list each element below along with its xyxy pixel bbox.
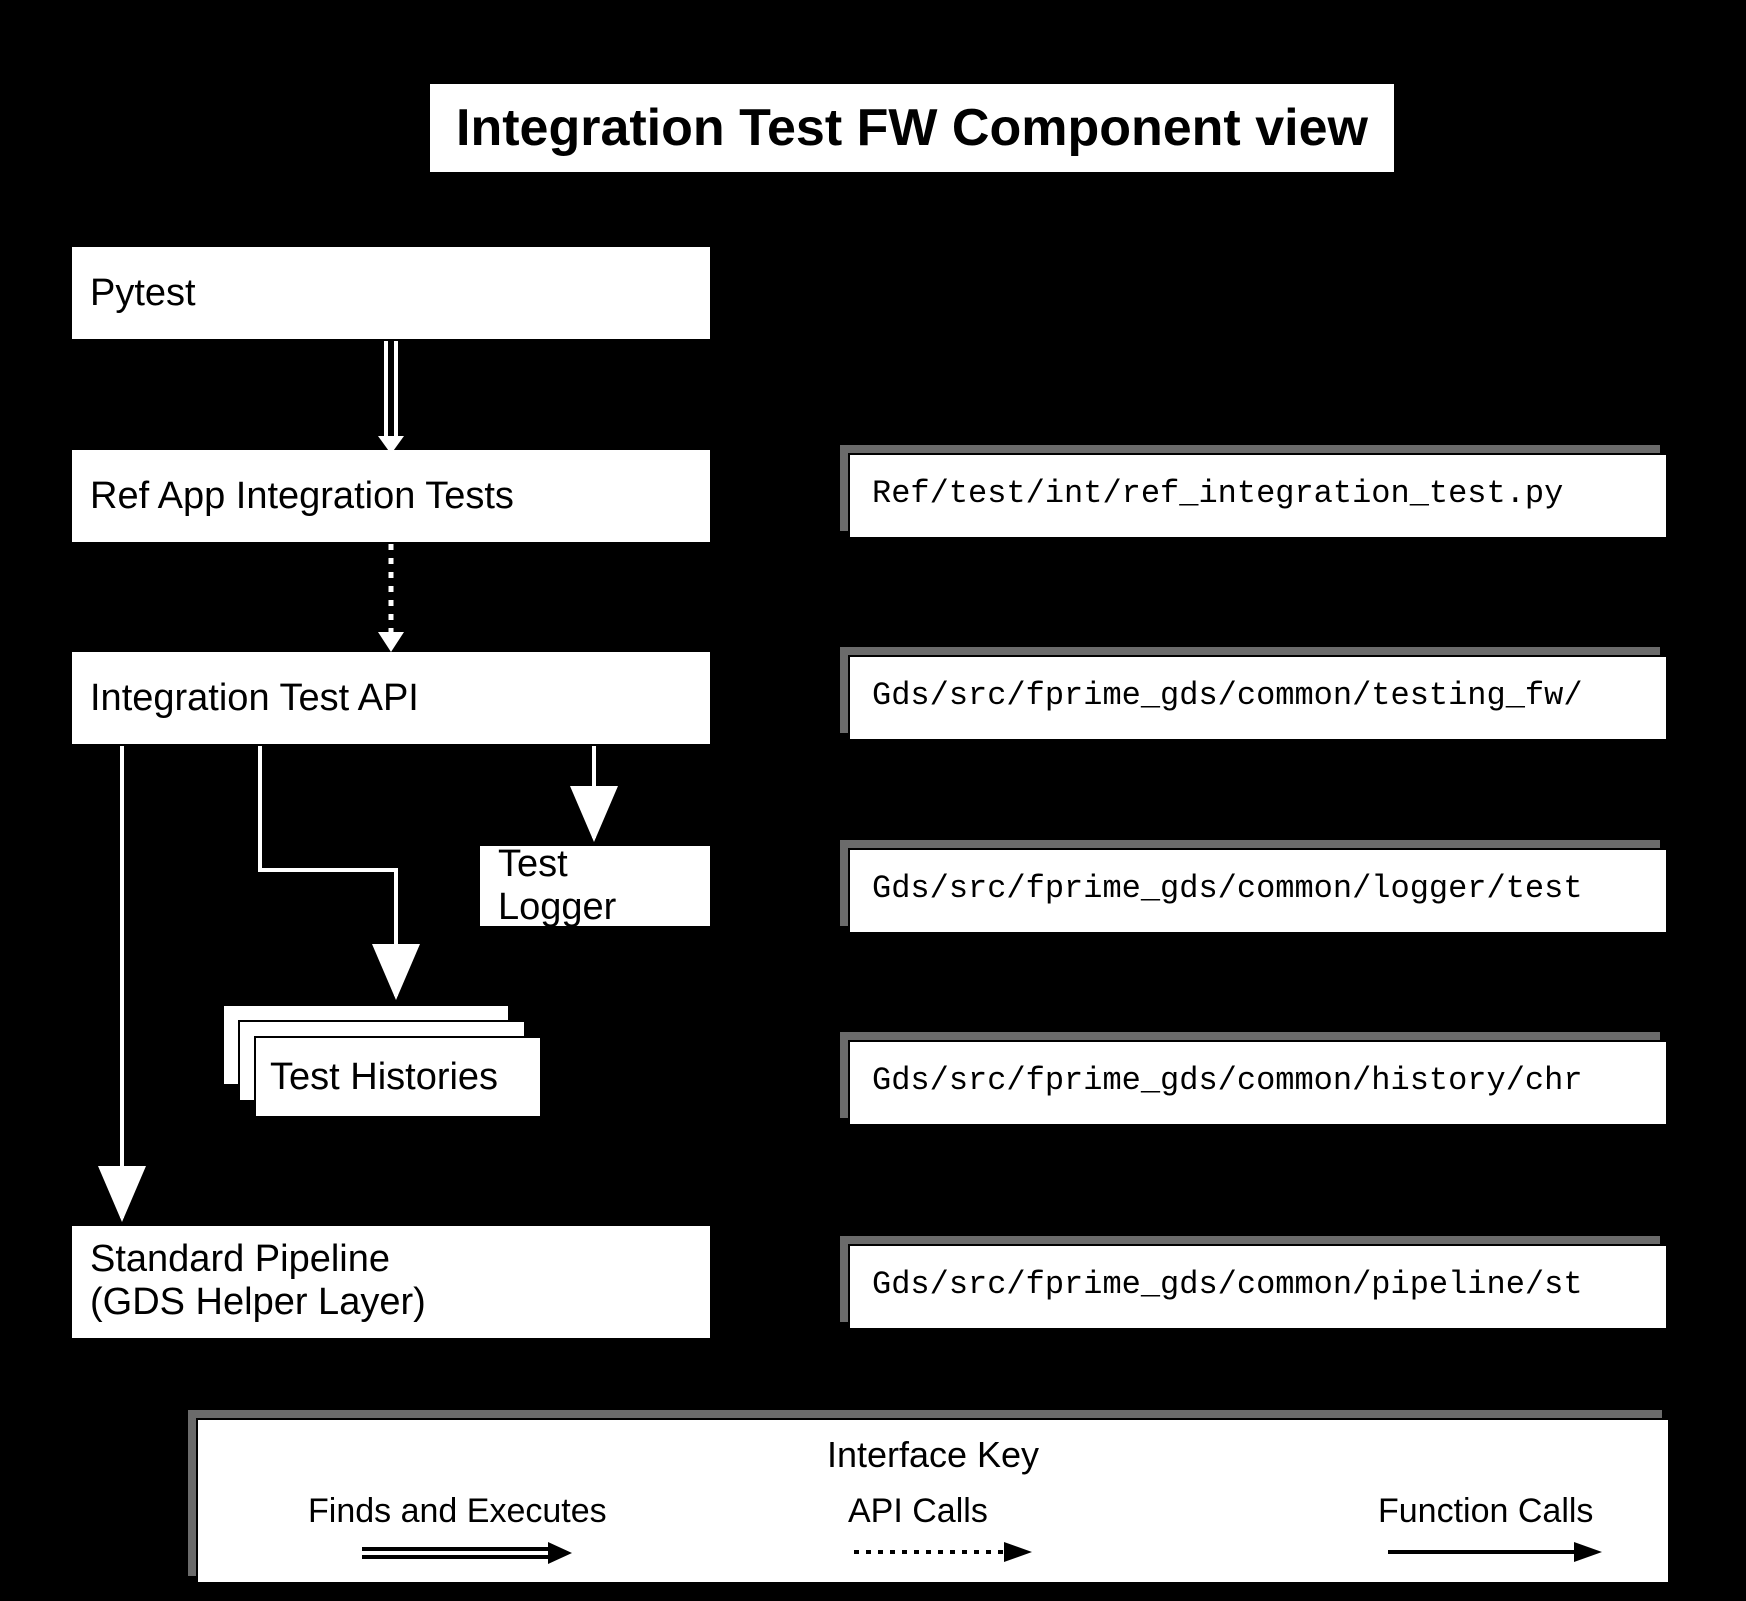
arrow-refapp-to-api — [378, 544, 404, 652]
component-pytest: Pytest — [70, 245, 712, 341]
path-histories-text: Gds/src/fprime_gds/common/history/chr — [872, 1062, 1583, 1099]
path-pipeline-text: Gds/src/fprime_gds/common/pipeline/st — [872, 1266, 1583, 1303]
interface-key: Interface Key Finds and Executes API Cal… — [196, 1418, 1670, 1584]
key-func-calls-arrow-icon — [1388, 1540, 1604, 1564]
path-pipeline: Gds/src/fprime_gds/common/pipeline/st — [848, 1244, 1668, 1330]
diagram-title: Integration Test FW Component view — [428, 82, 1396, 174]
diagram-title-text: Integration Test FW Component view — [456, 99, 1368, 157]
component-api: Integration Test API — [70, 650, 712, 746]
arrows-layer — [0, 0, 1746, 1601]
component-api-label: Integration Test API — [90, 677, 419, 720]
component-logger-label: Test Logger — [498, 843, 692, 929]
component-ref-app-label: Ref App Integration Tests — [90, 475, 514, 518]
key-api-calls-arrow-icon — [854, 1540, 1034, 1564]
path-logger-text: Gds/src/fprime_gds/common/logger/test — [872, 870, 1583, 907]
key-api-calls-label: API Calls — [848, 1492, 988, 1531]
path-api-text: Gds/src/fprime_gds/common/testing_fw/ — [872, 677, 1583, 714]
component-pipeline-label-2: (GDS Helper Layer) — [90, 1281, 692, 1324]
component-pipeline-label-1: Standard Pipeline — [90, 1238, 692, 1281]
interface-key-title: Interface Key — [827, 1434, 1039, 1476]
component-ref-app: Ref App Integration Tests — [70, 448, 712, 544]
path-histories: Gds/src/fprime_gds/common/history/chr — [848, 1040, 1668, 1126]
component-histories: Test Histories — [254, 1036, 542, 1118]
component-pipeline: Standard Pipeline (GDS Helper Layer) — [70, 1224, 712, 1340]
component-logger: Test Logger — [478, 844, 712, 928]
arrow-api-to-histories — [260, 746, 396, 996]
path-ref-app: Ref/test/int/ref_integration_test.py — [848, 453, 1668, 539]
path-ref-app-text: Ref/test/int/ref_integration_test.py — [872, 475, 1563, 512]
key-func-calls-label: Function Calls — [1378, 1492, 1593, 1531]
key-finds-label: Finds and Executes — [308, 1492, 607, 1531]
arrow-pytest-to-refapp — [378, 341, 404, 454]
component-histories-label: Test Histories — [270, 1056, 498, 1099]
key-finds-arrow-icon — [362, 1540, 572, 1570]
path-logger: Gds/src/fprime_gds/common/logger/test — [848, 848, 1668, 934]
path-api: Gds/src/fprime_gds/common/testing_fw/ — [848, 655, 1668, 741]
component-pytest-label: Pytest — [90, 272, 196, 315]
